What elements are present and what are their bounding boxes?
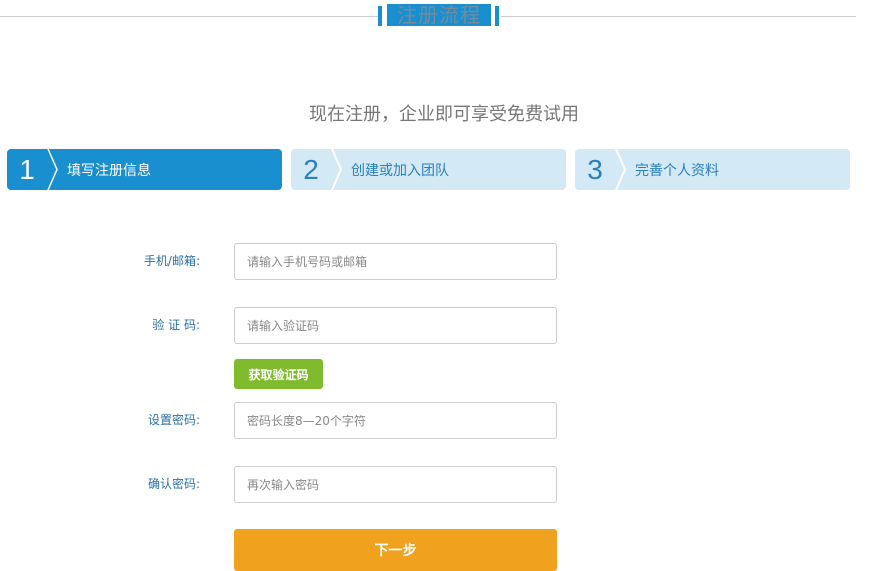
chevron-right-icon — [615, 149, 627, 190]
get-code-button[interactable]: 获取验证码 — [234, 359, 323, 389]
step-number: 1 — [19, 153, 35, 185]
confirm-password-input[interactable] — [234, 466, 557, 503]
next-step-button[interactable]: 下一步 — [234, 529, 557, 571]
divider — [501, 16, 856, 17]
confirm-password-label: 确认密码: — [147, 477, 200, 491]
step-label: 创建或加入团队 — [351, 162, 449, 179]
divider — [0, 16, 378, 17]
step-2: 2 创建或加入团队 — [291, 149, 566, 190]
password-input[interactable] — [234, 402, 557, 439]
step-label: 填写注册信息 — [67, 162, 151, 179]
step-label: 完善个人资料 — [635, 162, 719, 179]
step-3: 3 完善个人资料 — [575, 149, 850, 190]
title-bar — [378, 6, 382, 26]
chevron-right-icon — [47, 149, 59, 190]
phone-email-input[interactable] — [234, 243, 557, 280]
phone-label: 手机/邮箱: — [143, 254, 200, 268]
subtitle: 现在注册，企业即可享受免费试用 — [309, 104, 579, 125]
code-label: 验 证 码: — [152, 318, 200, 332]
chevron-right-icon — [331, 149, 343, 190]
section-title: 注册流程 — [387, 4, 491, 26]
password-label: 设置密码: — [147, 413, 200, 427]
title-bar — [495, 6, 499, 26]
step-number: 2 — [303, 153, 319, 185]
step-1: 1 填写注册信息 — [7, 149, 282, 190]
step-number: 3 — [587, 153, 603, 185]
verification-code-input[interactable] — [234, 307, 557, 344]
